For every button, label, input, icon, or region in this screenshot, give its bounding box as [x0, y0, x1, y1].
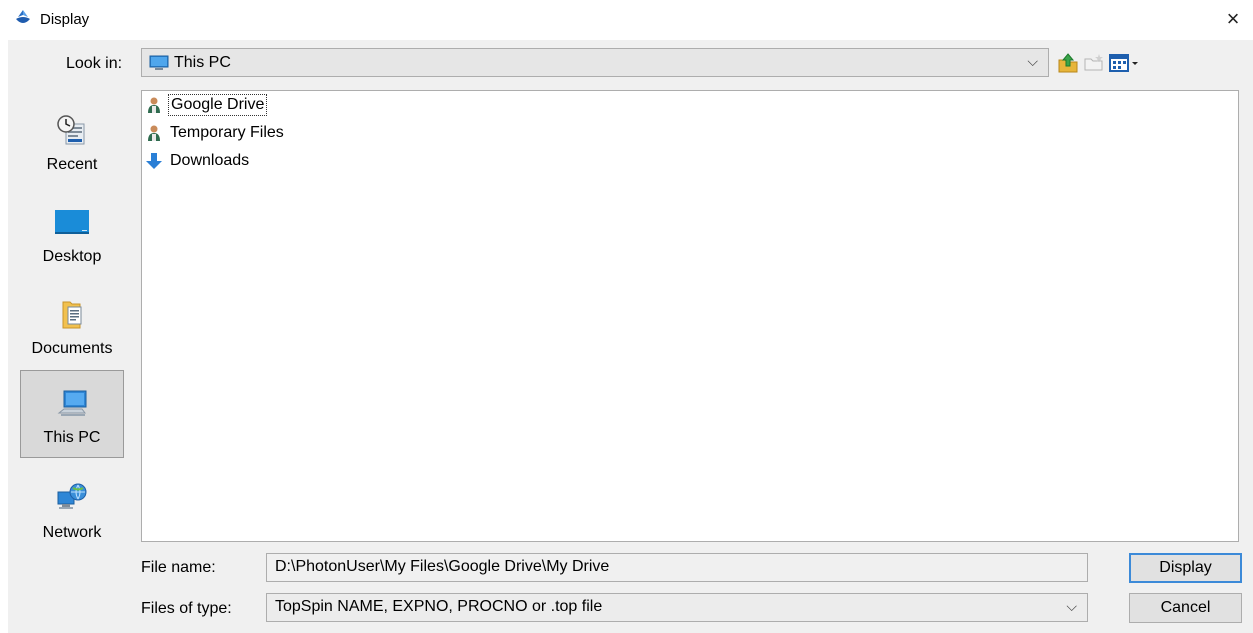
- display-button[interactable]: Display: [1129, 553, 1242, 583]
- file-name-label: File name:: [141, 559, 216, 576]
- computer-icon: [57, 390, 87, 416]
- look-in-dropdown[interactable]: This PC ⌵: [141, 48, 1049, 77]
- look-in-value: This PC: [174, 54, 231, 71]
- file-name: Temporary Files: [170, 124, 284, 141]
- list-item[interactable]: Google Drive: [146, 93, 268, 117]
- download-arrow-icon: [146, 153, 162, 169]
- title-bar: Display ×: [0, 0, 1253, 38]
- chevron-down-icon: ⌵: [1066, 598, 1077, 614]
- close-button[interactable]: ×: [1213, 0, 1253, 38]
- files-of-type-label: Files of type:: [141, 600, 232, 617]
- place-this-pc[interactable]: This PC: [20, 370, 124, 458]
- desktop-icon: [55, 210, 89, 234]
- window-title: Display: [40, 11, 90, 28]
- user-folder-icon: [148, 125, 160, 141]
- file-type-dropdown[interactable]: TopSpin NAME, EXPNO, PROCNO or .top file…: [266, 593, 1088, 622]
- file-name-field[interactable]: D:\PhotonUser\My Files\Google Drive\My D…: [266, 553, 1088, 582]
- network-icon: [57, 483, 87, 509]
- place-label-documents: Documents: [31, 340, 113, 357]
- new-folder-icon[interactable]: [1082, 51, 1106, 75]
- places-bar: Recent Desktop Documents This PC Network: [16, 92, 132, 632]
- computer-icon: [149, 55, 169, 70]
- file-list[interactable]: Google Drive Temporary Files Downloads: [141, 90, 1239, 542]
- file-name: Google Drive: [168, 94, 268, 116]
- place-label-desktop: Desktop: [42, 248, 102, 265]
- look-in-label: Look in:: [66, 55, 123, 72]
- dialog-body: Look in: This PC ⌵ Recent Desktop Docume…: [8, 40, 1253, 633]
- place-label-network: Network: [42, 524, 102, 541]
- place-desktop[interactable]: Desktop: [20, 190, 124, 278]
- documents-icon: [62, 301, 82, 329]
- app-icon: [16, 10, 30, 23]
- file-name: Downloads: [170, 152, 250, 169]
- place-documents[interactable]: Documents: [20, 282, 124, 370]
- place-network[interactable]: Network: [20, 466, 124, 554]
- place-recent[interactable]: Recent: [20, 98, 124, 186]
- user-folder-icon: [148, 97, 160, 113]
- place-label-this-pc: This PC: [43, 429, 101, 446]
- recent-icon: [57, 115, 85, 145]
- chevron-down-icon: ⌵: [1027, 53, 1038, 69]
- cancel-button[interactable]: Cancel: [1129, 593, 1242, 623]
- view-menu-icon[interactable]: [1108, 51, 1142, 75]
- list-item[interactable]: Temporary Files: [146, 121, 286, 145]
- up-one-level-icon[interactable]: [1056, 51, 1080, 75]
- list-item[interactable]: Downloads: [146, 149, 251, 173]
- file-type-value: TopSpin NAME, EXPNO, PROCNO or .top file: [275, 598, 603, 615]
- place-label-recent: Recent: [46, 156, 98, 173]
